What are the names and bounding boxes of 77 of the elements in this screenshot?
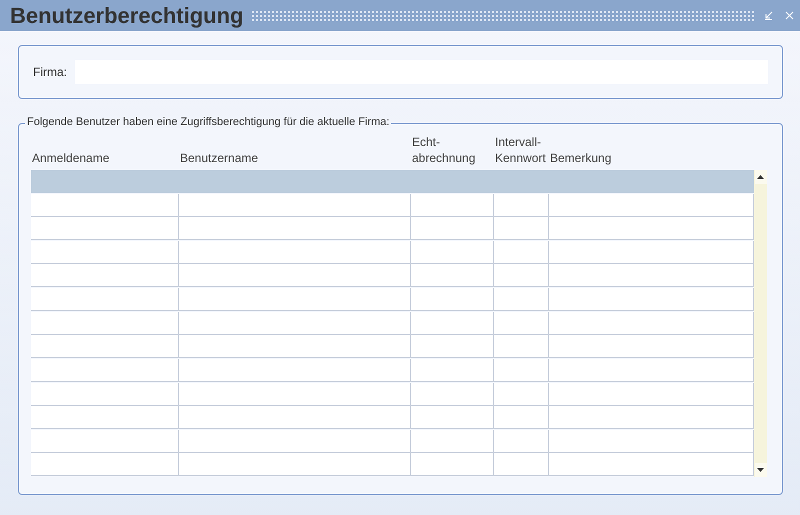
table-cell[interactable] [31, 240, 179, 264]
table-cell[interactable] [494, 194, 549, 217]
table-cell[interactable] [179, 312, 411, 335]
table-cell[interactable] [494, 406, 549, 430]
table-cell[interactable] [549, 312, 754, 335]
table-cell[interactable] [549, 288, 754, 312]
scroll-up-button[interactable] [754, 170, 766, 184]
table-cell[interactable] [179, 240, 411, 264]
table-cell[interactable] [31, 335, 179, 358]
table-cell[interactable] [179, 358, 411, 382]
column-header: Anmeldename [31, 150, 110, 167]
scroll-down-button[interactable] [754, 463, 766, 477]
table-cell[interactable] [179, 335, 411, 358]
table-cell[interactable] [179, 453, 411, 476]
table-cell[interactable] [549, 217, 754, 240]
table-cell[interactable] [31, 406, 179, 430]
table-cell[interactable] [494, 264, 549, 288]
table-cell[interactable] [31, 430, 179, 453]
group-legend: Folgende Benutzer haben eine Zugriffsberechtigung für die aktuelle Firma: [25, 116, 392, 128]
table-cell[interactable] [179, 264, 411, 288]
down-triangle-icon [757, 468, 764, 472]
table-cell[interactable] [411, 240, 494, 264]
table-cell[interactable] [411, 264, 494, 288]
table-cell[interactable] [179, 406, 411, 430]
table-cell[interactable] [31, 288, 179, 312]
window-title: Benutzerberechtigung [10, 2, 244, 28]
table-cell[interactable] [549, 194, 754, 217]
table-cell[interactable] [411, 194, 494, 217]
column-header: Benutzername [179, 150, 260, 167]
table-cell[interactable] [179, 382, 411, 406]
table-cell[interactable] [411, 430, 494, 453]
scrollbar[interactable] [754, 170, 767, 477]
table-cell[interactable] [549, 358, 754, 382]
table-cell[interactable] [31, 217, 179, 240]
close-button[interactable] [783, 9, 796, 22]
table-cell[interactable] [494, 453, 549, 476]
table-cell[interactable] [549, 430, 754, 453]
table-cell[interactable] [179, 194, 411, 217]
column-header: Echt- abrechnung [411, 134, 476, 167]
table-cell[interactable] [494, 312, 549, 335]
up-triangle-icon [757, 175, 764, 179]
table-cell[interactable] [549, 335, 754, 358]
firma-label: Firma: [33, 65, 67, 79]
table-cell[interactable] [411, 406, 494, 430]
selected-row-cell[interactable] [549, 170, 754, 193]
table-cell[interactable] [179, 430, 411, 453]
table-cell[interactable] [494, 335, 549, 358]
table-cell[interactable] [494, 240, 549, 264]
table-cell[interactable] [549, 406, 754, 430]
table-cell[interactable] [494, 358, 549, 382]
table-cell[interactable] [411, 312, 494, 335]
table-cell[interactable] [31, 358, 179, 382]
table-cell[interactable] [31, 264, 179, 288]
table-cell[interactable] [494, 382, 549, 406]
table-cell[interactable] [411, 217, 494, 240]
table-cell[interactable] [494, 217, 549, 240]
column-header: Intervall- Kennwort [494, 134, 547, 167]
table-cell[interactable] [179, 217, 411, 240]
table-cell[interactable] [549, 264, 754, 288]
table-cell[interactable] [549, 240, 754, 264]
column-header: Bemerkung [549, 150, 612, 167]
table-cell[interactable] [31, 312, 179, 335]
table-cell[interactable] [549, 453, 754, 476]
table-cell[interactable] [411, 453, 494, 476]
table-cell[interactable] [411, 358, 494, 382]
table-cell[interactable] [494, 430, 549, 453]
table-cell[interactable] [411, 288, 494, 312]
table-cell[interactable] [31, 194, 179, 217]
selected-row-cell[interactable] [31, 170, 179, 193]
minimize-button[interactable] [762, 9, 775, 22]
table-cell[interactable] [494, 288, 549, 312]
table-cell[interactable] [31, 382, 179, 406]
table-cell[interactable] [411, 335, 494, 358]
table-cell[interactable] [179, 288, 411, 312]
table-cell[interactable] [31, 453, 179, 476]
table-cell[interactable] [411, 382, 494, 406]
table-cell[interactable] [549, 382, 754, 406]
